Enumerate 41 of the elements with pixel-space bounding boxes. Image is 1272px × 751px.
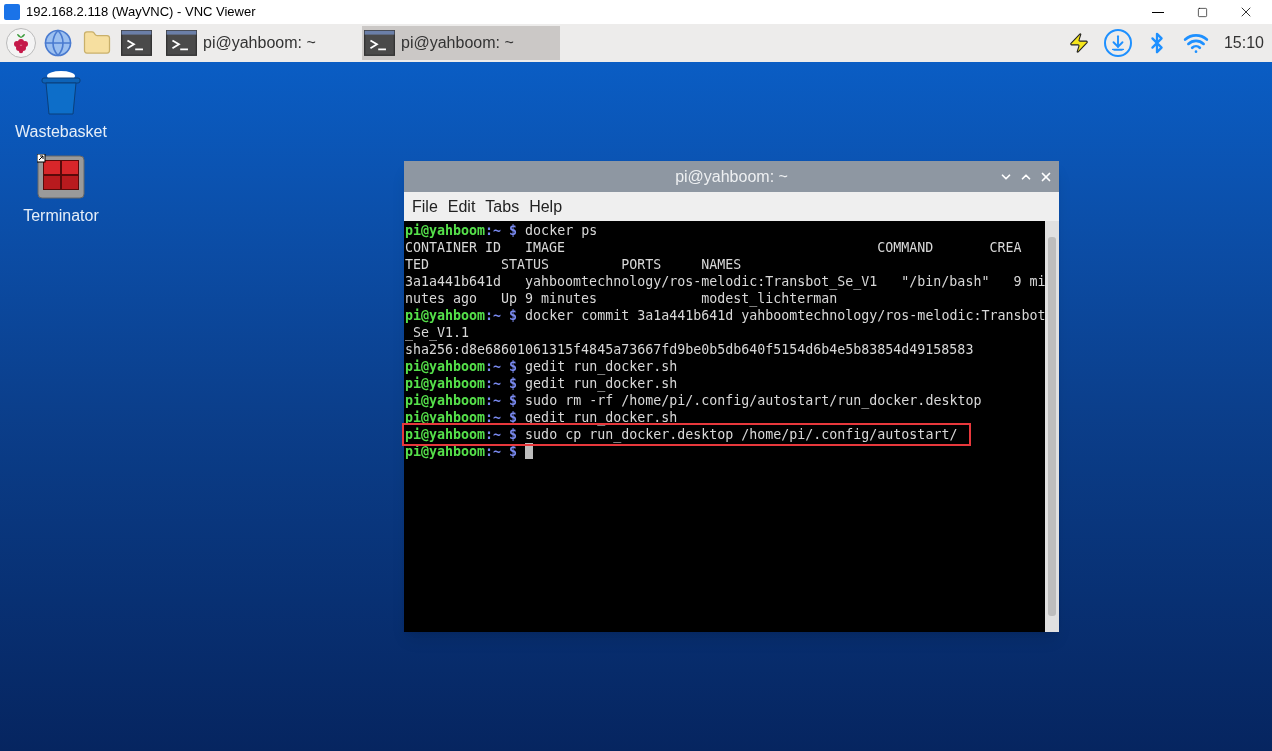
text-cursor [525,443,534,459]
taskbar-window-button[interactable]: pi@yahboom: ~ [164,26,362,60]
terminal-grid-icon [37,154,85,200]
menu-item[interactable]: Help [525,194,567,219]
menu-item[interactable]: File [408,194,442,219]
terminal-line: pi@yahboom:~ $ sudo cp run_docker.desktop /home/pi/.config/autostart/ [405,426,968,443]
scrollbar[interactable] [1045,221,1059,632]
desktop-shortcut[interactable]: Terminator [6,154,116,228]
terminal-line: pi@yahboom:~ $ sudo rm -rf /home/pi/.config/autostart/run_docker.desktop [405,392,983,409]
download-icon[interactable] [1103,29,1132,57]
maximize-icon [1196,6,1208,18]
desktop-shortcut[interactable]: Wastebasket [6,70,116,144]
terminal-button[interactable] [120,27,152,59]
terminal-icon [166,30,197,56]
minimize-icon [1152,11,1164,13]
terminal-line: pi@yahboom:~ $ gedit run_docker.sh [405,409,679,426]
terminal-output: _Se_V1.1 [405,324,471,341]
clock: 15:10 [1223,33,1264,53]
terminal-output: sha256:d8e68601061315f4845a73667fd9be0b5db640f5154d6b4e5b83854d49158583 [405,341,975,358]
terminal-output: nutes ago Up 9 minutes modest_lichterman [405,290,839,307]
globe-icon [43,28,73,58]
web-browser-button[interactable] [42,27,74,59]
terminal-titlebar: pi@yahboom: ~ [404,161,1059,192]
terminal-icon [364,30,395,56]
vnc-logo-icon [4,4,20,20]
terminal-line: pi@yahboom:~ $ docker ps [405,222,599,239]
window-title: 192.168.2.118 (WayVNC) - VNC Viewer [26,3,256,22]
terminal-line: pi@yahboom:~ $ gedit run_docker.sh [405,375,679,392]
raspberry-icon [11,32,31,54]
terminal-line: pi@yahboom:~ $ gedit run_docker.sh [405,358,679,375]
raspberry-menu-button[interactable] [6,28,36,58]
terminal-icon [120,30,152,56]
terminal-line: pi@yahboom:~ $ docker commit 3a1a441b641d yahboomtechnology/ros-melodic:Transbot [405,307,1046,324]
terminal-line: pi@yahboom:~ $ [405,443,1046,460]
terminal-output: 3a1a441b641d yahboomtechnology/ros-melodic:Transbot_Se_V1 "/bin/bash" 9 mi [405,273,1046,290]
taskbar-window-button[interactable]: pi@yahboom: ~ [362,26,560,60]
trash-can-icon [38,70,84,116]
menu-item[interactable]: Tabs [481,194,524,219]
terminal-output: CONTAINER ID IMAGE COMMAND CREA [405,239,1023,256]
terminal-output: TED STATUS PORTS NAMES [405,256,743,273]
menu-item[interactable]: Edit [443,194,480,219]
